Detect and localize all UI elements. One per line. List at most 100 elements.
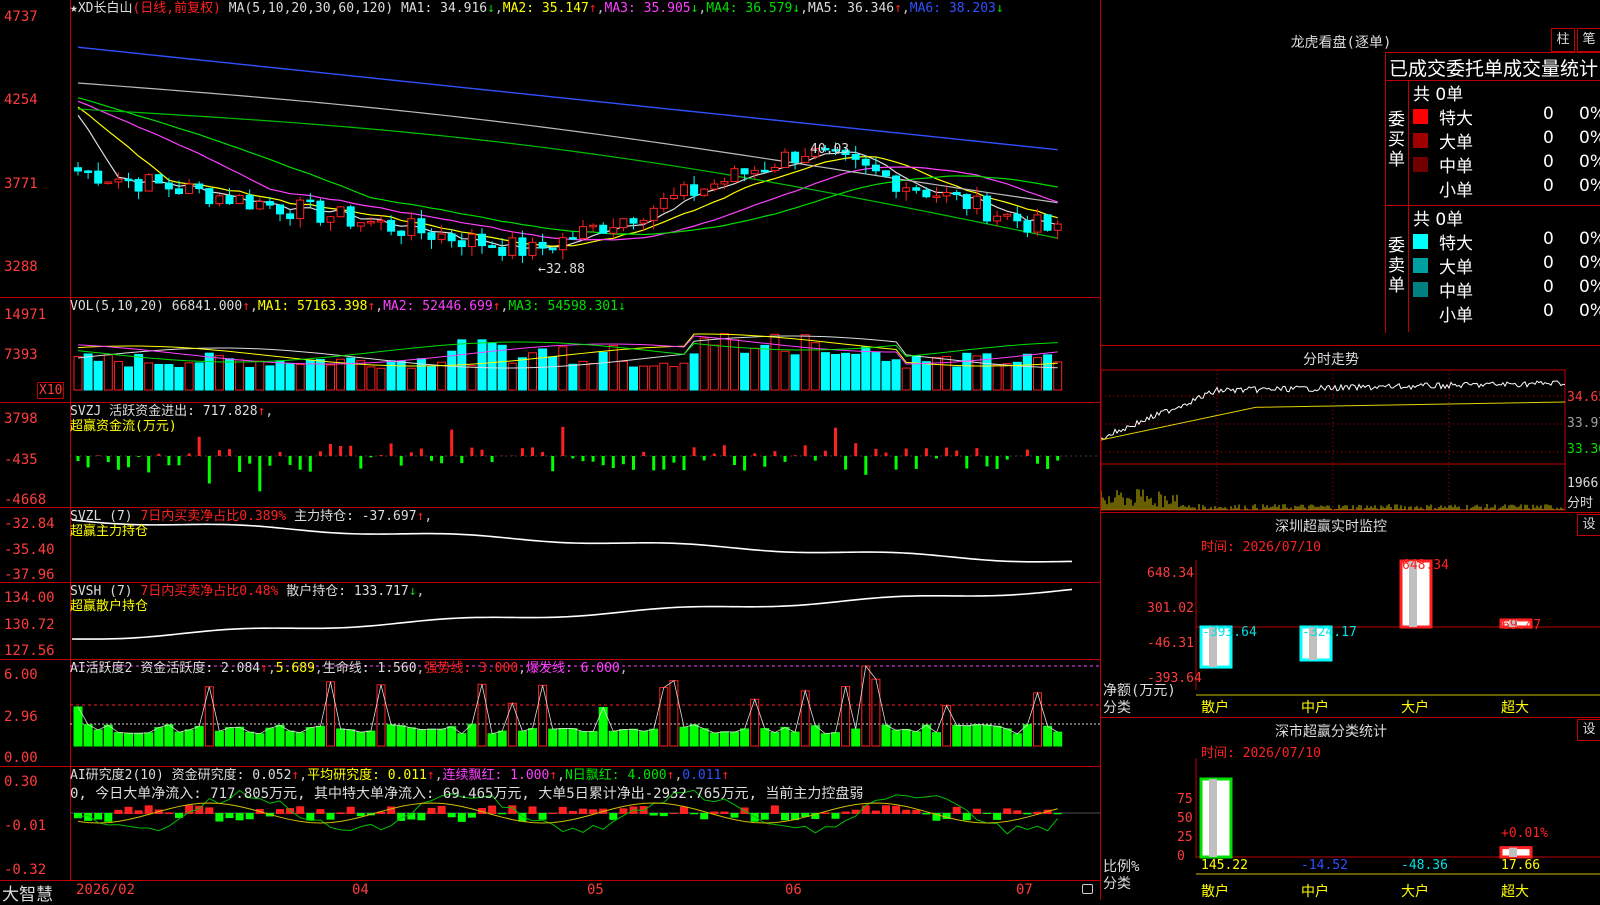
intra-y: 34.65 (1567, 390, 1600, 405)
ai2-label: AI研究度2(10) (70, 768, 164, 783)
svsh-pane[interactable]: 134.00 130.72 127.56 SVSH (7) 7日内买卖净占比0.… (0, 583, 1100, 660)
mon-y: 301.02 (1147, 601, 1194, 616)
kline-header: ★XD长白山(日线,前复权) MA(5,10,20,30,60,120) MA1… (70, 1, 1004, 16)
cls-cat: 中户 (1301, 881, 1329, 901)
high-marker: 40.03 (810, 142, 849, 157)
ma-value: MA6: 38.203 (910, 1, 996, 16)
cls-cat: 大户 (1401, 881, 1429, 901)
ai2-research: 资金研究度: 0.052 (172, 768, 292, 783)
order-row: 大单00% (1413, 128, 1600, 152)
vol-label: VOL(5,10,20) (70, 299, 164, 314)
intraday-title: 分时走势 (1101, 349, 1561, 369)
cls-cat: 超大 (1501, 881, 1529, 901)
cls-y: 25 (1177, 830, 1193, 845)
ai2-t5: 0.011 (682, 768, 721, 783)
svzl-label: SVZL (7) (70, 509, 133, 524)
divider (1101, 345, 1600, 346)
ai-research-pane[interactable]: 0.30 -0.01 -0.32 AI研究度2(10) 资金研究度: 0.052… (0, 767, 1100, 880)
longhu-title: 龙虎看盘(逐单) (1101, 32, 1581, 52)
svsh-header: SVSH (7) 7日内买卖净占比0.48% 散户持仓: 133.717↓, (70, 584, 424, 599)
mon-y: -46.31 (1147, 636, 1194, 651)
mon-cat: 大户 (1401, 697, 1429, 717)
classify-settings-button[interactable]: 设 (1577, 719, 1600, 741)
vol-ma2: 52446.699 (422, 299, 492, 314)
intraday-chart[interactable] (1101, 368, 1600, 513)
svsh-label: SVSH (7) (70, 584, 133, 599)
ai2-red: 连续飘红: 1.000 (443, 768, 550, 783)
vol-value: 66841.000 (172, 299, 242, 314)
kline-pane[interactable]: 4737 4254 3771 3288 ★XD长白山(日线,前复权) MA(5,… (0, 0, 1100, 298)
mon-y: 648.34 (1147, 566, 1194, 581)
lock-icon[interactable] (1082, 884, 1093, 894)
order-row: 中单00% (1413, 277, 1600, 301)
mon-cat: 超大 (1501, 697, 1529, 717)
divider (1408, 80, 1409, 332)
stat-title: 已成交委托单成交量统计 (1389, 54, 1598, 81)
ma-value: MA2: 35.147 (503, 1, 589, 16)
order-row: 小单00% (1413, 176, 1600, 200)
x-label: 04 (352, 882, 369, 898)
vol-ma3: 54598.301 (548, 299, 618, 314)
mon-cat: 散户 (1201, 697, 1229, 717)
tick-mode-button[interactable]: 笔 (1577, 28, 1600, 52)
mon-val: -393.64 (1202, 625, 1257, 640)
svzl-header: SVZL (7) 7日内买卖净占比0.389% 主力持仓: -37.697↑, (70, 509, 432, 524)
ai2-note: 0, 今日大单净流入: 717.805万元, 其中特大单净流入: 69.465万… (70, 787, 863, 802)
cls-extra: +0.01% (1501, 826, 1548, 841)
volume-pane[interactable]: 14971 7393 X10 VOL(5,10,20) 66841.000↑,M… (0, 298, 1100, 403)
order-row: 小单00% (1413, 301, 1600, 325)
svsh-sub: 超赢散户持仓 (70, 599, 148, 614)
svsh-pct: 7日内买卖净占比0.48% (140, 584, 278, 599)
x-label: 06 (785, 882, 802, 898)
cls-val: -14.52 (1301, 858, 1348, 873)
ai2-nred: N日飘红: 4.000 (565, 768, 667, 783)
buy-label: 委买单 (1388, 110, 1406, 170)
ai1-lifeline: 生命线: 1.560 (323, 661, 417, 676)
intra-y: 33.97 (1567, 416, 1600, 431)
cls-cat: 分类 (1103, 873, 1131, 893)
cls-y: 50 (1177, 811, 1193, 826)
chart-mode: (日线,前复权) (132, 1, 220, 16)
candlestick-chart[interactable] (0, 0, 1100, 297)
mon-val: 648.34 (1402, 558, 1449, 573)
cls-val: -48.36 (1401, 858, 1448, 873)
x-label: 2026/02 (76, 882, 135, 898)
classify-title: 深市超赢分类统计 (1101, 721, 1561, 741)
x-label: 07 (1016, 882, 1033, 898)
right-panel: 龙虎看盘(逐单) 柱 笔 已成交委托单成交量统计 委买单 委卖单 共 0单 共 … (1100, 0, 1600, 900)
ai-activity-pane[interactable]: 6.00 2.96 0.00 AI活跃度2 资金活跃度: 2.084↑,5.68… (0, 660, 1100, 767)
bar-mode-button[interactable]: 柱 (1551, 28, 1575, 52)
svzl-pane[interactable]: -32.84 -35.40 -37.96 SVZL (7) 7日内买卖净占比0.… (0, 508, 1100, 583)
intra-vol: 1966 (1567, 476, 1598, 491)
research-chart[interactable] (0, 767, 1100, 880)
ma-value: MA3: 35.905 (605, 1, 691, 16)
svzj-label: SVZJ (70, 404, 101, 419)
sell-total: 共 0单 (1413, 205, 1463, 230)
ai2-avg: 平均研究度: 0.011 (307, 768, 427, 783)
svsh-value: 散户持仓: 133.717 (286, 584, 408, 599)
buy-total: 共 0单 (1413, 80, 1463, 105)
x-axis (0, 880, 1100, 901)
stock-name[interactable]: ★XD长白山 (70, 1, 132, 16)
divider (1101, 717, 1600, 718)
svzl-sub: 超赢主力持仓 (70, 524, 148, 539)
svzj-header: SVZJ 活跃资金进出: 717.828↑, (70, 404, 273, 419)
intra-y: 33.30 (1567, 442, 1600, 457)
vol-ma1: 57163.398 (297, 299, 367, 314)
ai1-header: AI活跃度2 资金活跃度: 2.084↑,5.689,生命线: 1.560,强势… (70, 661, 628, 676)
mon-val: -324.17 (1302, 625, 1357, 640)
cls-val: 17.66 (1501, 858, 1540, 873)
ma-value: MA1: 34.916 (401, 1, 487, 16)
svzj-pane[interactable]: 3798 -435 -4668 SVZJ 活跃资金进出: 717.828↑, 超… (0, 403, 1100, 508)
svzj-value: 活跃资金进出: 717.828 (109, 404, 257, 419)
vol-header: VOL(5,10,20) 66841.000↑,MA1: 57163.398↑,… (70, 299, 626, 314)
order-row: 中单00% (1413, 152, 1600, 176)
brand-logo: 大智慧 (2, 880, 53, 905)
ma-value: MA5: 36.346 (808, 1, 894, 16)
low-marker: ←32.88 (538, 262, 585, 277)
cls-y: 0 (1177, 849, 1185, 864)
mon-cat: 分类 (1103, 697, 1131, 717)
ai1-burst: 爆发线: 6.000 (526, 661, 620, 676)
monitor-settings-button[interactable]: 设 (1577, 514, 1600, 536)
svzl-pct: 7日内买卖净占比0.389% (140, 509, 286, 524)
